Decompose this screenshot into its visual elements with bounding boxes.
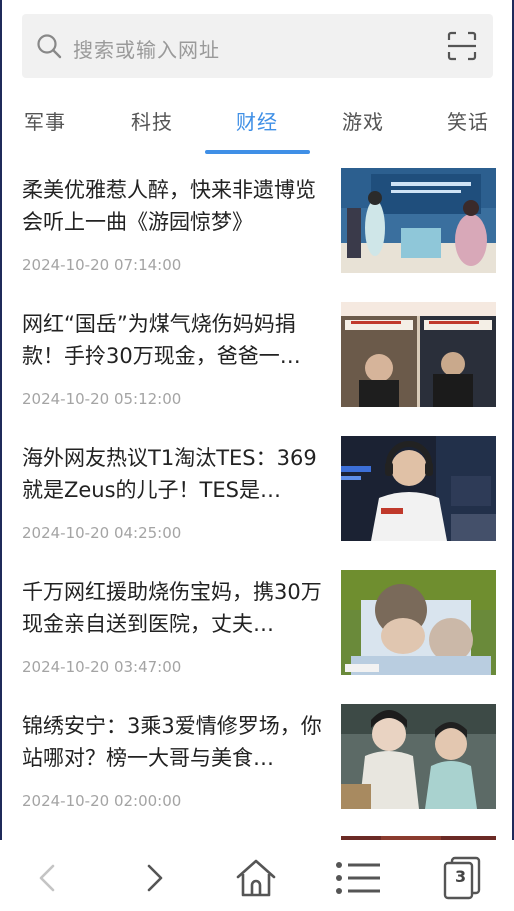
tab-finance[interactable]: 财经 bbox=[236, 106, 278, 135]
menu-button[interactable] bbox=[334, 854, 382, 902]
tabs-button[interactable]: 3 bbox=[438, 854, 486, 902]
list-item[interactable]: 锦绣安宁：3乘3爱情修罗场，你站哪对？榜一大哥与美食… 2024-10-20 0… bbox=[0, 696, 514, 830]
back-button[interactable] bbox=[24, 854, 72, 902]
list-item[interactable]: 海外网友热议T1淘汰TES：369就是Zeus的儿子！TES是… 2024-10… bbox=[0, 428, 514, 562]
tab-tech[interactable]: 科技 bbox=[131, 106, 173, 135]
news-title[interactable]: 海外网友热议T1淘汰TES：369就是Zeus的儿子！TES是… bbox=[22, 442, 328, 506]
bottom-navigation-bar: 3 bbox=[0, 840, 514, 911]
list-item[interactable]: 千万网红援助烧伤宝妈，携30万现金亲自送到医院，丈夫… 2024-10-20 0… bbox=[0, 562, 514, 696]
news-timestamp: 2024-10-20 07:14:00 bbox=[22, 256, 182, 274]
news-timestamp: 2024-10-20 04:25:00 bbox=[22, 524, 182, 542]
forward-button[interactable] bbox=[130, 854, 178, 902]
chevron-right-icon bbox=[147, 864, 163, 892]
menu-icon bbox=[336, 862, 380, 894]
news-thumbnail[interactable] bbox=[341, 704, 496, 809]
news-thumbnail[interactable] bbox=[341, 570, 496, 675]
active-tab-indicator bbox=[205, 150, 310, 154]
tabs-count: 3 bbox=[455, 867, 467, 886]
home-icon bbox=[236, 859, 276, 897]
tab-military[interactable]: 军事 bbox=[24, 106, 66, 135]
news-title[interactable]: 千万网红援助烧伤宝妈，携30万现金亲自送到医院，丈夫… bbox=[22, 576, 328, 640]
search-input[interactable]: 搜索或输入网址 bbox=[73, 34, 220, 63]
category-tabs: 军事 科技 财经 游戏 笑话 bbox=[0, 100, 514, 156]
list-item[interactable]: 柔美优雅惹人醉，快来非遗博览会听上一曲《游园惊梦》 2024-10-20 07:… bbox=[0, 160, 514, 294]
news-thumbnail[interactable] bbox=[341, 168, 496, 273]
search-icon bbox=[37, 34, 62, 59]
news-title[interactable]: 网红“国岳”为煤气烧伤妈妈捐款！手拎30万现金，爸爸一… bbox=[22, 308, 328, 372]
news-timestamp: 2024-10-20 03:47:00 bbox=[22, 658, 182, 676]
news-title[interactable]: 锦绣安宁：3乘3爱情修罗场，你站哪对？榜一大哥与美食… bbox=[22, 710, 328, 774]
news-thumbnail[interactable] bbox=[341, 436, 496, 541]
tab-jokes[interactable]: 笑话 bbox=[447, 106, 489, 135]
home-button[interactable] bbox=[232, 854, 280, 902]
news-title[interactable]: 柔美优雅惹人醉，快来非遗博览会听上一曲《游园惊梦》 bbox=[22, 174, 328, 238]
search-bar[interactable]: 搜索或输入网址 bbox=[22, 14, 493, 78]
list-item[interactable]: 网红“国岳”为煤气烧伤妈妈捐款！手拎30万现金，爸爸一… 2024-10-20 … bbox=[0, 294, 514, 428]
chevron-left-icon bbox=[39, 864, 55, 892]
tab-games[interactable]: 游戏 bbox=[342, 106, 384, 135]
news-thumbnail[interactable] bbox=[341, 302, 496, 407]
news-timestamp: 2024-10-20 02:00:00 bbox=[22, 792, 182, 810]
news-timestamp: 2024-10-20 05:12:00 bbox=[22, 390, 182, 408]
scan-icon[interactable] bbox=[447, 31, 477, 61]
